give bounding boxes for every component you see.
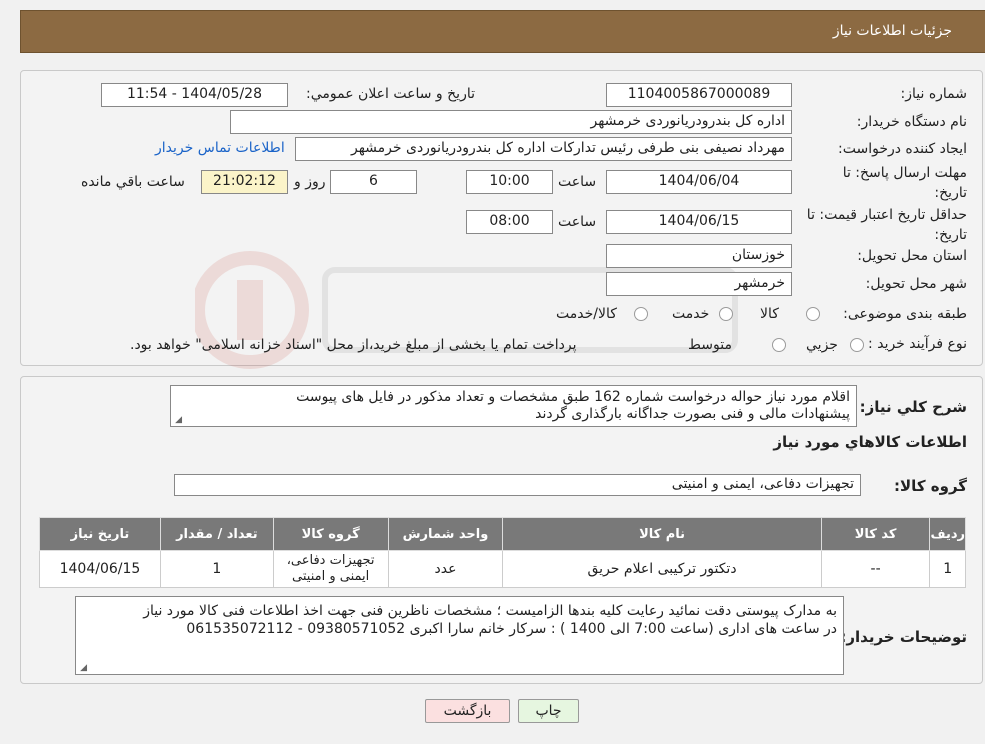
summary-line-2: پیشنهادات مالی و فنی بصورت جداگانه بارگذ… [535,406,850,422]
cell-row: 1 [929,550,966,588]
cell-group-line-1: تجهیزات دفاعی، [286,553,375,568]
page-title: جزئیات اطلاعات نیاز [832,23,952,39]
goods-group-field: تجهیزات دفاعی، ایمنی و امنیتی [174,474,861,496]
buyer-notes-label: توضيحات خريدار: [840,628,967,646]
col-code-header: کد کالا [820,517,931,551]
category-goods-radio[interactable] [806,307,820,321]
category-label: طبقه بندی موضوعی: [843,306,967,322]
process-minor-label: جزيي [806,337,838,353]
items-table: رديف کد کالا نام کالا واحد شمارش گروه کا… [39,517,966,588]
validity-time-field: 08:00 [466,210,553,234]
reply-time-field: 10:00 [466,170,553,194]
reply-date-field: 1404/06/04 [606,170,792,194]
announce-label: تاریخ و ساعت اعلان عمومي: [306,86,475,102]
process-medium-label: متوسط [688,337,732,353]
reply-deadline-label: مهلت ارسال پاسخ: تا تاريخ: [842,165,967,201]
goods-section-title: اطلاعات کالاهاي مورد نياز [773,433,967,451]
buyer-notes-line-1: به مدارک پیوستی دقت نمائید رعایت کلیه بن… [143,603,837,619]
cell-group: تجهیزات دفاعی، ایمنی و امنیتی [272,550,389,588]
category-goods-service-radio[interactable] [634,307,648,321]
province-field: خوزستان [606,244,792,268]
col-group-header: گروه کالا [272,517,389,551]
cell-code: -- [820,550,931,588]
category-service-label: خدمت [672,306,710,322]
col-unit-header: واحد شمارش [387,517,504,551]
category-goods-service-label: کالا/خدمت [556,306,617,322]
summary-line-1: اقلام مورد نیاز حواله درخواست شماره 162 … [296,389,850,405]
buyer-contact-link[interactable]: اطلاعات تماس خريدار [155,140,285,156]
cell-date: 1404/06/15 [39,550,161,588]
table-row: 1 -- دتکتور ترکیبی اعلام حریق عدد تجهیزا… [39,550,966,588]
print-button[interactable]: چاپ [518,699,579,723]
price-validity-label: حداقل تاريخ اعتبار قيمت: تا تاريخ: [806,207,967,243]
col-name-header: نام کالا [502,517,822,551]
remaining-time-label: ساعت باقي مانده [81,174,185,190]
table-header-row: رديف کد کالا نام کالا واحد شمارش گروه کا… [39,517,966,551]
summary-label: شرح کلي نياز: [859,398,967,416]
buyer-org-field: اداره کل بندرودريانوردی خرمشهر [230,110,792,134]
summary-textarea[interactable]: اقلام مورد نیاز حواله درخواست شماره 162 … [170,385,857,427]
resize-grip-icon[interactable]: ◢ [79,664,87,673]
cell-name: دتکتور ترکیبی اعلام حریق [502,550,822,588]
city-label: شهر محل تحويل: [865,276,967,292]
need-number-label: شماره نیاز: [900,86,968,102]
col-row-header: رديف [929,517,966,551]
reply-time-label: ساعت [558,174,597,190]
process-medium-radio[interactable] [772,338,786,352]
cell-group-line-2: ایمنی و امنیتی [292,569,370,584]
resize-grip-icon[interactable]: ◢ [174,416,182,425]
requester-field: مهرداد نصيفی بنی طرفی رئيس تدارکات اداره… [295,137,792,161]
remaining-time-field: 21:02:12 [201,170,288,194]
process-label: نوع فرآيند خريد : [868,336,967,352]
page-header: جزئیات اطلاعات نیاز [20,10,985,53]
payment-note: پرداخت تمام يا بخشی از مبلغ خريد،از محل … [130,337,577,353]
col-qty-header: تعداد / مقدار [159,517,274,551]
days-remaining-field: 6 [330,170,417,194]
category-goods-label: کالا [760,306,779,322]
col-date-header: تاريخ نياز [39,517,161,551]
validity-date-field: 1404/06/15 [606,210,792,234]
validity-time-label: ساعت [558,214,597,230]
cell-unit: عدد [387,550,504,588]
buyer-notes-textarea[interactable]: به مدارک پیوستی دقت نمائید رعایت کلیه بن… [75,596,844,675]
days-label: روز و [294,174,326,190]
requester-label: ايجاد کننده درخواست: [838,141,967,157]
city-field: خرمشهر [606,272,792,296]
goods-group-label: گروه کالا: [894,477,967,495]
category-service-radio[interactable] [719,307,733,321]
back-button[interactable]: بازگشت [425,699,510,723]
province-label: استان محل تحويل: [857,248,967,264]
buyer-notes-line-2: در ساعت های اداری (ساعت 7:00 الی 1400 ) … [186,621,837,637]
need-number-field: 1104005867000089 [606,83,792,107]
process-minor-radio[interactable] [850,338,864,352]
buyer-org-label: نام دستگاه خريدار: [856,114,967,130]
announce-field: 1404/05/28 - 11:54 [101,83,288,107]
cell-qty: 1 [159,550,274,588]
